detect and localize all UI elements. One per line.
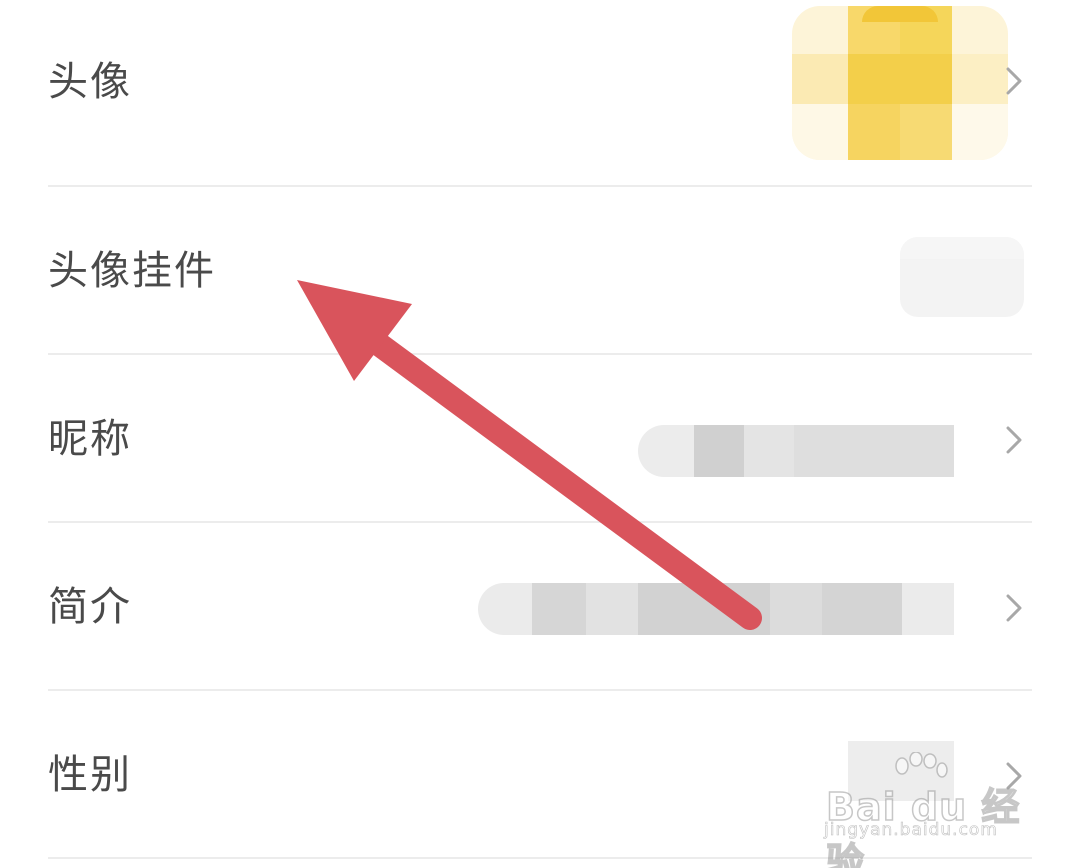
settings-row-bio[interactable]: 简介 <box>0 523 1076 690</box>
chevron-right-icon <box>1004 593 1024 623</box>
watermark: Bai du 经验 jingyan.baidu.com <box>820 752 1050 868</box>
pendant-preview <box>900 237 1024 317</box>
chevron-right-icon <box>1004 425 1024 455</box>
row-label-avatar-pendant: 头像挂件 <box>48 248 216 294</box>
settings-row-avatar-pendant[interactable]: 头像挂件 <box>0 187 1076 354</box>
settings-row-nickname[interactable]: 昵称 <box>0 355 1076 522</box>
row-label-nickname: 昵称 <box>48 416 132 462</box>
avatar-image[interactable] <box>792 6 1008 160</box>
profile-settings-page: 头像 头像挂件 昵称 简介 性别 Bai du 经验 jingyan.baidu… <box>0 0 1076 868</box>
row-label-gender: 性别 <box>48 752 132 798</box>
row-label-bio: 简介 <box>48 584 132 630</box>
settings-row-avatar[interactable]: 头像 <box>0 0 1076 186</box>
watermark-url: jingyan.baidu.com <box>824 820 998 841</box>
chevron-right-icon <box>1004 66 1024 96</box>
bio-value <box>478 583 954 635</box>
row-label-avatar: 头像 <box>48 59 132 105</box>
settings-list: 头像 头像挂件 昵称 简介 性别 <box>0 0 1076 868</box>
nickname-value <box>638 425 954 477</box>
